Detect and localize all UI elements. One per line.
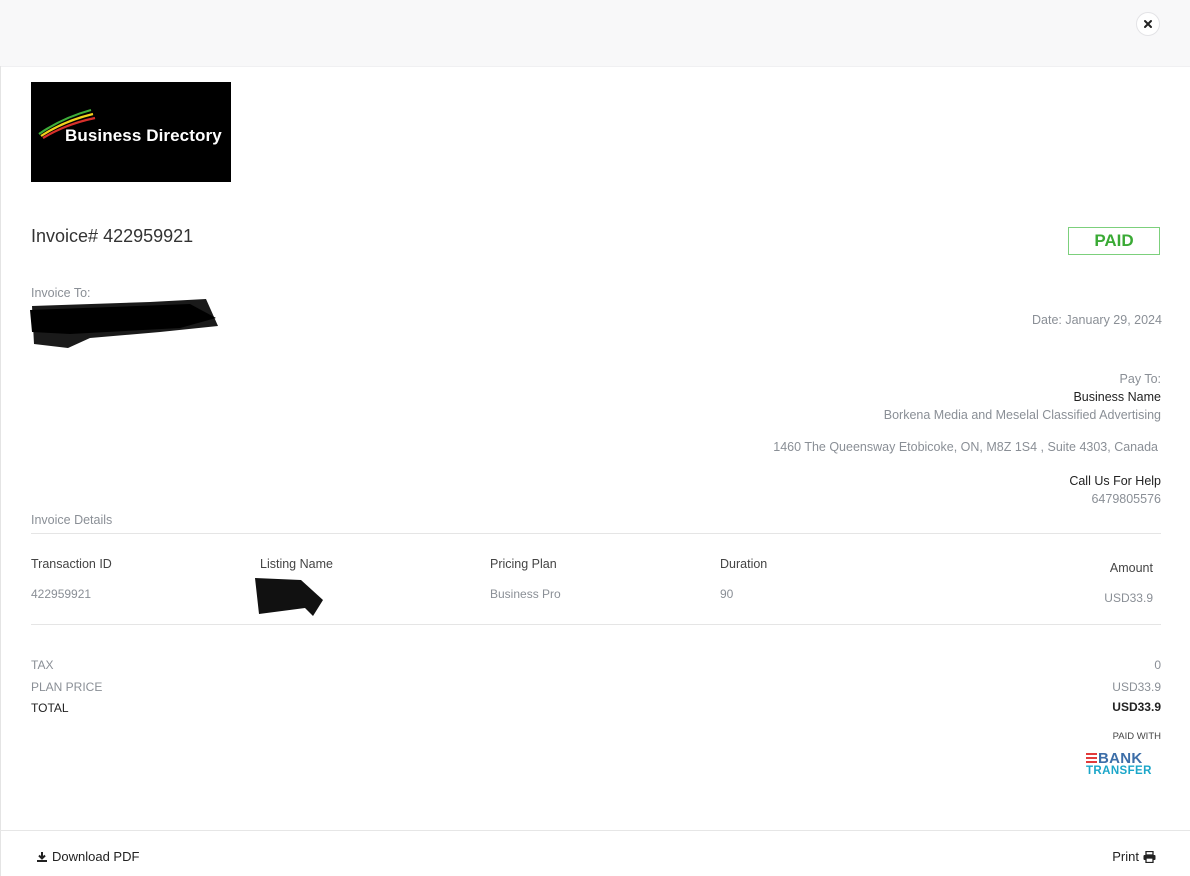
- bank-transfer-lines-icon: [1086, 753, 1097, 765]
- header-pricing-plan: Pricing Plan: [490, 557, 557, 571]
- modal-border: [0, 66, 1, 876]
- cell-transaction-id: 422959921: [31, 587, 92, 601]
- transfer-text: TRANSFER: [1086, 765, 1152, 777]
- business-directory-logo: Business Directory: [31, 82, 231, 182]
- cell-amount: USD33.9: [1104, 591, 1153, 605]
- business-name: Borkena Media and Meselal Classified Adv…: [883, 408, 1161, 422]
- tax-label: TAX: [31, 658, 54, 672]
- help-label: Call Us For Help: [1069, 474, 1161, 488]
- summary-divider: [31, 624, 1161, 625]
- footer-divider: [0, 830, 1190, 831]
- header-listing-name: Listing Name: [260, 557, 333, 571]
- download-pdf-label: Download PDF: [52, 849, 140, 864]
- logo-text: Business Directory: [65, 126, 222, 145]
- modal-header: [0, 0, 1190, 67]
- header-duration: Duration: [720, 557, 768, 571]
- total-label: TOTAL: [31, 701, 69, 715]
- plan-price-value: USD33.9: [1112, 680, 1161, 694]
- paid-with-label: PAID WITH: [1112, 731, 1161, 742]
- redacted-customer-name: [30, 299, 218, 348]
- help-phone: 6479805576: [1091, 492, 1161, 506]
- business-name-label: Business Name: [1073, 390, 1161, 404]
- details-divider: [31, 533, 1161, 534]
- invoice-title: Invoice# 422959921: [31, 226, 193, 247]
- download-pdf-button[interactable]: Download PDF: [36, 849, 139, 864]
- header-amount: Amount: [1109, 561, 1153, 575]
- bank-transfer-logo: BANK TRANSFER: [1086, 750, 1152, 778]
- tax-value: 0: [1154, 658, 1161, 672]
- print-label: Print: [1112, 849, 1139, 864]
- invoice-number: 422959921: [103, 226, 194, 246]
- download-icon: [37, 851, 47, 862]
- cell-duration: 90: [720, 587, 734, 601]
- close-icon: [1144, 20, 1152, 28]
- invoice-number-label: Invoice#: [31, 226, 99, 246]
- invoice-details-title: Invoice Details: [31, 513, 113, 527]
- status-badge: PAID: [1068, 227, 1160, 255]
- header-transaction-id: Transaction ID: [31, 557, 112, 571]
- redacted-listing-name: [255, 578, 323, 616]
- cell-pricing-plan: Business Pro: [490, 587, 561, 601]
- total-value: USD33.9: [1112, 700, 1161, 714]
- print-icon: [1143, 850, 1156, 863]
- invoice-date: Date: January 29, 2024: [1032, 313, 1162, 327]
- plan-price-label: PLAN PRICE: [31, 680, 103, 694]
- business-address: 1460 The Queensway Etobicoke, ON, M8Z 1S…: [773, 440, 1158, 454]
- close-button[interactable]: [1136, 12, 1160, 36]
- print-button[interactable]: Print: [1112, 849, 1156, 864]
- pay-to-label: Pay To:: [1119, 372, 1161, 386]
